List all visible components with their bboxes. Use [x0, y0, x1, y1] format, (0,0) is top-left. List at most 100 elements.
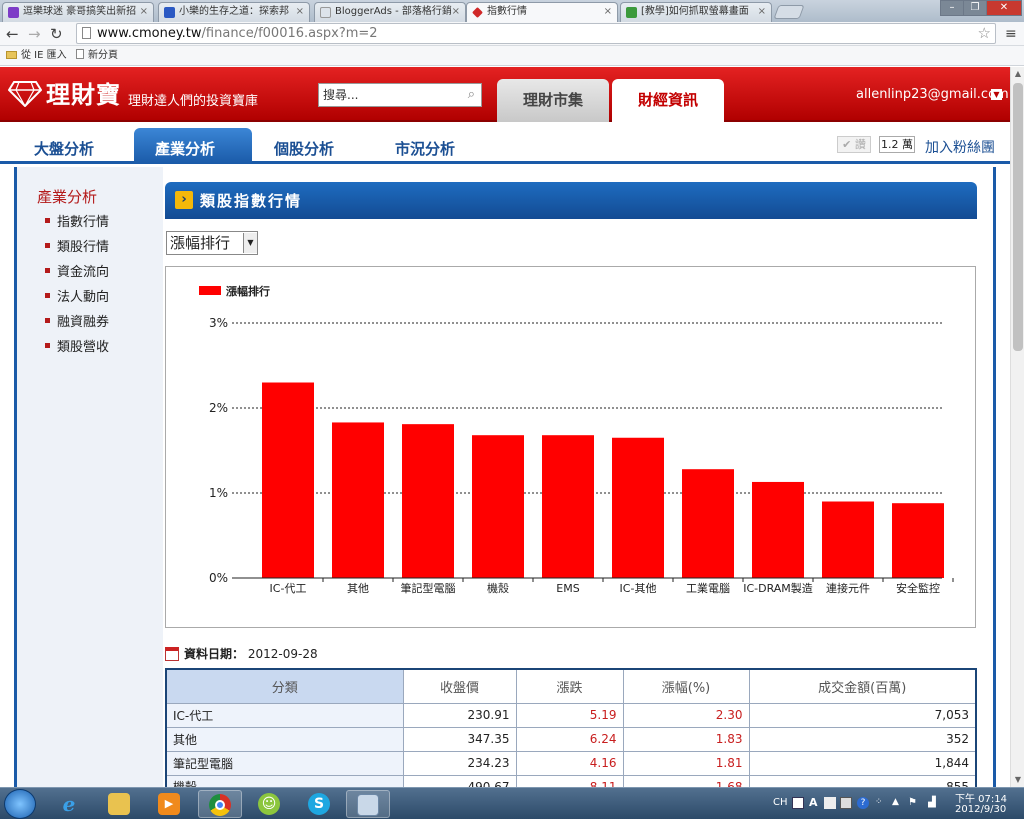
subnav-market-analysis[interactable]: 大盤分析: [34, 138, 94, 159]
search-icon[interactable]: ⌕: [468, 84, 475, 106]
address-bar[interactable]: www.cmoney.tw/finance/f00016.aspx?m=2 ☆: [76, 23, 996, 44]
close-tab-icon[interactable]: ×: [296, 3, 304, 21]
column-header-close[interactable]: 收盤價: [402, 668, 517, 704]
menu-icon[interactable]: ≡: [1005, 24, 1017, 44]
close-window-button[interactable]: ✕: [986, 0, 1022, 16]
x-tick-label: 筆記型電腦: [401, 581, 456, 595]
minimize-button[interactable]: –: [940, 0, 964, 16]
taskbar-explorer[interactable]: [98, 790, 142, 818]
taskbar-skype[interactable]: S: [298, 790, 342, 818]
scrollbar-thumb[interactable]: [1013, 83, 1023, 351]
back-arrow-icon[interactable]: ←: [6, 24, 19, 44]
star-icon[interactable]: ☆: [978, 24, 991, 43]
browser-tab[interactable]: 小樂的生存之道：探索邦 ×: [158, 2, 310, 22]
search-input[interactable]: 搜尋... ⌕: [318, 83, 482, 107]
forward-arrow-icon[interactable]: →: [28, 24, 41, 44]
cell-change-pct: 1.81: [622, 750, 750, 776]
network-icon[interactable]: ▟: [928, 797, 940, 809]
chevron-down-icon[interactable]: ▼: [243, 233, 257, 253]
taskbar-ie[interactable]: e: [48, 790, 92, 818]
browser-tab-label: 指數行情: [487, 6, 527, 17]
tab-finance-info[interactable]: 財經資訊: [612, 79, 724, 122]
sidebar-item-institutional[interactable]: 法人動向: [45, 286, 109, 305]
browser-tab-label: 小樂的生存之道：探索邦: [179, 6, 289, 17]
bookmark-item[interactable]: 從 IE 匯入: [6, 47, 67, 65]
data-date-label: 資料日期：: [184, 647, 245, 661]
sidebar-item-sector-revenue[interactable]: 類股營收: [45, 336, 109, 355]
x-tick-label: EMS: [556, 582, 579, 595]
ime-mode-icon[interactable]: A: [809, 797, 821, 809]
clock-date[interactable]: 2012/9/30: [955, 804, 1006, 815]
sidebar-item-margin-trading[interactable]: 融資融券: [45, 311, 109, 330]
show-hidden-icons[interactable]: ▲: [892, 797, 904, 809]
internet-explorer-icon: e: [62, 792, 76, 816]
x-tick-label: 連接元件: [826, 581, 870, 595]
browser-tab[interactable]: [教學]如何抓取螢幕畫面 ×: [620, 2, 772, 22]
column-header-change-pct[interactable]: 漲幅(%): [622, 668, 750, 704]
sidebar-title[interactable]: 產業分析: [37, 186, 97, 207]
reload-icon[interactable]: ↻: [50, 24, 63, 44]
column-header-change[interactable]: 漲跌: [515, 668, 624, 704]
bullet-icon: [45, 318, 50, 323]
column-header-turnover[interactable]: 成交金額(百萬): [748, 668, 977, 704]
browser-tab-active[interactable]: 指數行情 ×: [466, 2, 618, 22]
clock-time[interactable]: 下午 07:14: [955, 790, 1007, 805]
table-row[interactable]: 其他 347.35 6.24 1.83 352: [165, 726, 977, 752]
sidebar-item-fund-flow[interactable]: 資金流向: [45, 261, 109, 280]
subnav-industry-analysis[interactable]: 產業分析: [155, 138, 215, 159]
subnav-stock-analysis[interactable]: 個股分析: [274, 138, 334, 159]
cell-category: IC-代工: [165, 702, 404, 728]
ime-width-icon[interactable]: [824, 797, 836, 809]
column-header-category[interactable]: 分類: [165, 668, 404, 704]
like-button[interactable]: ✔ 讚: [837, 136, 871, 153]
help-icon[interactable]: ?: [857, 797, 869, 809]
close-tab-icon[interactable]: ×: [604, 3, 612, 21]
scroll-down-icon[interactable]: ▼: [1011, 773, 1024, 787]
bookmark-item[interactable]: 新分頁: [76, 47, 118, 65]
cell-change: 4.16: [515, 750, 624, 776]
sidebar-item-label: 融資融券: [57, 315, 110, 330]
user-email[interactable]: allenlinp23@gmail.com: [856, 87, 1009, 102]
new-tab-button[interactable]: [773, 5, 805, 19]
ime-icon[interactable]: [792, 797, 804, 809]
maximize-button[interactable]: ❐: [963, 0, 987, 16]
subnav-situation-analysis[interactable]: 市況分析: [395, 138, 455, 159]
browser-toolbar: ← → ↻ www.cmoney.tw/finance/f00016.aspx?…: [0, 22, 1024, 46]
table-row[interactable]: 筆記型電腦 234.23 4.16 1.81 1,844: [165, 750, 977, 776]
taskbar-media-player[interactable]: ▶: [148, 790, 192, 818]
ime-settings-icon[interactable]: ⁘: [875, 797, 887, 809]
browser-tab[interactable]: BloggerAds - 部落格行銷 ×: [314, 2, 466, 22]
table-header-row: 分類 收盤價 漲跌 漲幅(%) 成交金額(百萬): [165, 668, 977, 704]
chart-bar: [262, 382, 314, 578]
close-tab-icon[interactable]: ×: [140, 3, 148, 21]
folder-icon: [108, 793, 130, 815]
site-header: 理財寶 理財達人們的投資寶庫 搜尋... ⌕ 理財市集 財經資訊 allenli…: [0, 67, 1010, 122]
close-tab-icon[interactable]: ×: [452, 3, 460, 21]
sidebar-item-index-quotes[interactable]: 指數行情: [45, 211, 109, 230]
chart-bar: [892, 503, 944, 578]
table-row[interactable]: IC-代工 230.91 5.19 2.30 7,053: [165, 702, 977, 728]
cell-turnover: 1,844: [748, 750, 977, 776]
chevron-down-icon[interactable]: ▼: [991, 89, 1002, 100]
close-tab-icon[interactable]: ×: [758, 3, 766, 21]
page-scrollbar[interactable]: ▲ ▼: [1010, 67, 1024, 787]
sidebar-item-label: 資金流向: [57, 265, 110, 280]
y-tick-label: 1%: [209, 486, 228, 500]
taskbar-chrome[interactable]: [198, 790, 242, 818]
browser-tab[interactable]: 逗樂球迷 豪哥搞笑出新招 ×: [2, 2, 154, 22]
folder-icon: [6, 51, 17, 59]
taskbar-messenger[interactable]: ☺: [248, 790, 292, 818]
sidebar-item-sector-quotes[interactable]: 類股行情: [45, 236, 109, 255]
bullet-icon: [45, 218, 50, 223]
tab-market[interactable]: 理財市集: [497, 79, 609, 122]
scroll-up-icon[interactable]: ▲: [1011, 67, 1024, 81]
site-logo[interactable]: 理財寶: [8, 75, 121, 110]
start-button[interactable]: [4, 789, 36, 819]
input-language[interactable]: CH: [773, 797, 788, 808]
ime-options-icon[interactable]: [840, 797, 852, 809]
cell-category: 其他: [165, 726, 404, 752]
join-fan-page-link[interactable]: 加入粉絲團: [925, 137, 995, 157]
action-center-flag-icon[interactable]: ⚑: [908, 797, 920, 809]
taskbar-app-window[interactable]: [346, 790, 390, 818]
ranking-select[interactable]: 漲幅排行 ▼: [166, 231, 258, 255]
